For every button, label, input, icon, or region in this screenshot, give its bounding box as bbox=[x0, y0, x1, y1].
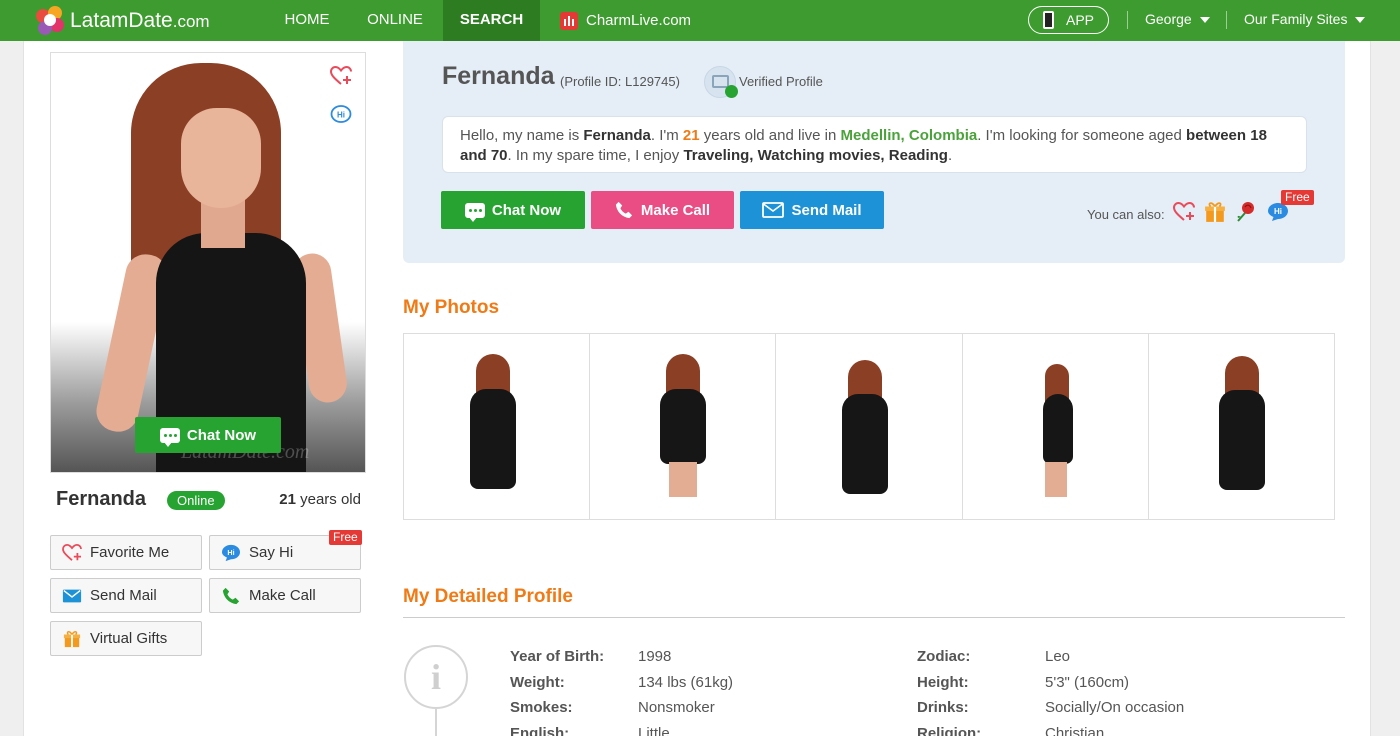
section-divider bbox=[403, 617, 1345, 618]
chat-now-button[interactable]: Chat Now bbox=[441, 191, 585, 229]
make-call-button[interactable]: Make Call bbox=[209, 578, 361, 613]
you-can-also-label: You can also: bbox=[1087, 207, 1165, 222]
chat-bubble-icon bbox=[464, 202, 485, 222]
online-status-badge: Online bbox=[167, 491, 225, 510]
detail-value: Nonsmoker bbox=[638, 699, 715, 716]
favorite-me-label: Favorite Me bbox=[90, 544, 170, 561]
phone-call-icon bbox=[615, 201, 632, 219]
chat-now-label: Chat Now bbox=[491, 201, 562, 219]
top-nav: LatamDate.com HOME ONLINE SEARCH CharmLi… bbox=[0, 0, 1400, 41]
nav-search[interactable]: SEARCH bbox=[443, 0, 540, 41]
detail-value: 1998 bbox=[638, 648, 672, 665]
details-right-values: Leo 5'3" (160cm) Socially/On occasion Ch… bbox=[1045, 644, 1184, 736]
photo-thumbnail[interactable] bbox=[404, 334, 591, 519]
site-logo[interactable]: LatamDate.com bbox=[36, 4, 210, 37]
photo-thumbnail[interactable] bbox=[1148, 334, 1335, 519]
send-mail-label: Send Mail bbox=[90, 587, 157, 604]
verified-id-icon bbox=[704, 66, 738, 98]
photo-gallery bbox=[403, 333, 1335, 520]
detail-label: Drinks: bbox=[917, 699, 969, 716]
family-sites-label: Our Family Sites bbox=[1244, 11, 1348, 27]
favorite-heart-icon[interactable] bbox=[330, 66, 352, 86]
detail-value: Leo bbox=[1045, 648, 1071, 665]
user-menu[interactable]: George bbox=[1145, 0, 1210, 41]
chat-bubble-icon bbox=[159, 427, 180, 447]
verified-profile-label: Verified Profile bbox=[739, 74, 823, 89]
app-label: APP bbox=[1065, 12, 1094, 28]
details-right-labels: Zodiac: Height: Drinks: Religion: bbox=[917, 644, 981, 736]
send-mail-main-button[interactable]: Send Mail bbox=[740, 191, 884, 229]
detail-value: 134 lbs (61kg) bbox=[638, 673, 734, 691]
mail-icon bbox=[762, 202, 785, 218]
nav-charmlive[interactable]: CharmLive.com bbox=[560, 0, 710, 41]
rose-icon[interactable] bbox=[1235, 201, 1257, 223]
nav-charmlive-label: CharmLive.com bbox=[586, 11, 692, 29]
svg-text:Hi: Hi bbox=[1274, 207, 1282, 216]
say-hi-label: Say Hi bbox=[249, 544, 294, 561]
nav-divider bbox=[1127, 11, 1128, 29]
chevron-down-icon bbox=[1355, 17, 1366, 24]
charmlive-icon bbox=[560, 11, 578, 30]
profile-name: Fernanda bbox=[56, 488, 147, 510]
photo-thumbnail[interactable] bbox=[590, 334, 777, 519]
make-call-main-label: Make Call bbox=[640, 201, 711, 219]
detailed-profile-heading: My Detailed Profile bbox=[403, 586, 573, 607]
profile-intro: Hello, my name is Fernanda. I'm 21 years… bbox=[442, 116, 1307, 173]
detail-label: Height: bbox=[917, 673, 969, 691]
detail-label: Zodiac: bbox=[917, 648, 971, 665]
say-hi-icon[interactable]: Hi bbox=[330, 105, 352, 125]
virtual-gifts-button[interactable]: Virtual Gifts bbox=[50, 621, 202, 656]
user-name: George bbox=[1145, 11, 1192, 27]
say-hi-icon: Hi bbox=[222, 544, 240, 561]
chevron-down-icon bbox=[1199, 17, 1210, 24]
svg-text:Hi: Hi bbox=[227, 547, 234, 556]
gift-icon[interactable] bbox=[1204, 201, 1226, 223]
profile-title-name: Fernanda bbox=[442, 62, 555, 90]
detail-value: Socially/On occasion bbox=[1045, 699, 1185, 716]
nav-divider bbox=[1226, 11, 1227, 29]
make-call-main-button[interactable]: Make Call bbox=[591, 191, 734, 229]
nav-online[interactable]: ONLINE bbox=[355, 0, 435, 41]
favorite-heart-icon[interactable] bbox=[1173, 201, 1195, 223]
photo-chat-now-label: Chat Now bbox=[186, 426, 257, 444]
favorite-heart-icon bbox=[62, 543, 82, 561]
make-call-label: Make Call bbox=[249, 587, 316, 604]
detail-label: Religion: bbox=[917, 724, 982, 736]
my-photos-heading: My Photos bbox=[403, 297, 500, 318]
svg-text:Hi: Hi bbox=[337, 111, 345, 120]
logo-icon bbox=[36, 5, 66, 36]
nav-home[interactable]: HOME bbox=[272, 0, 342, 41]
phone-icon bbox=[1042, 11, 1054, 29]
free-badge: Free bbox=[329, 530, 362, 545]
detail-label: Weight: bbox=[510, 673, 565, 691]
detail-value: Christian bbox=[1045, 724, 1105, 736]
app-button[interactable]: APP bbox=[1028, 6, 1109, 34]
detail-value: Little bbox=[638, 724, 670, 736]
mail-icon bbox=[62, 589, 82, 602]
family-sites-menu[interactable]: Our Family Sites bbox=[1244, 0, 1366, 41]
send-mail-main-label: Send Mail bbox=[791, 201, 862, 219]
photo-thumbnail[interactable] bbox=[776, 334, 963, 519]
favorite-me-button[interactable]: Favorite Me bbox=[50, 535, 202, 570]
details-left-values: 1998 134 lbs (61kg) Nonsmoker Little bbox=[638, 644, 733, 736]
main-profile-photo[interactable]: LatamDate.com bbox=[50, 52, 366, 473]
logo-text: LatamDate.com bbox=[70, 8, 210, 32]
photo-thumbnail[interactable] bbox=[962, 334, 1149, 519]
profile-age: 21 years old bbox=[279, 491, 361, 508]
gift-icon bbox=[63, 630, 81, 647]
profile-id: (Profile ID: L129745) bbox=[560, 74, 680, 89]
free-badge: Free bbox=[1281, 190, 1314, 205]
detail-label: Smokes: bbox=[510, 699, 573, 716]
detail-label: English: bbox=[510, 724, 570, 736]
photo-chat-now-button[interactable]: Chat Now bbox=[135, 417, 281, 453]
send-mail-button[interactable]: Send Mail bbox=[50, 578, 202, 613]
detail-value: 5'3" (160cm) bbox=[1045, 673, 1130, 691]
details-left-labels: Year of Birth: Weight: Smokes: English: bbox=[510, 644, 604, 736]
virtual-gifts-label: Virtual Gifts bbox=[90, 630, 168, 647]
detail-label: Year of Birth: bbox=[510, 648, 605, 665]
info-icon: i bbox=[404, 645, 468, 709]
phone-call-icon bbox=[222, 587, 240, 604]
